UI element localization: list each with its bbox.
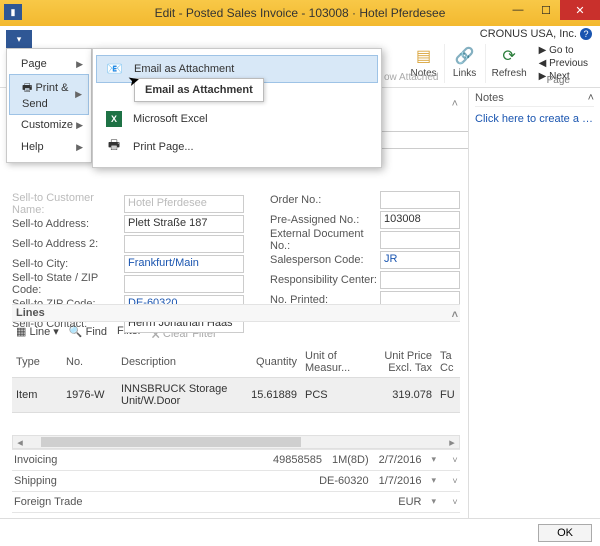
horizontal-scrollbar[interactable]: ◂ ▸ [12, 435, 460, 449]
stub-field[interactable] [380, 131, 468, 149]
menu-help[interactable]: Help▶ [7, 136, 91, 158]
chevron-down-icon[interactable]: ˅ [450, 497, 460, 507]
chevron-up-icon[interactable]: ˄ [452, 309, 458, 321]
lines-header[interactable]: Lines˄ [12, 304, 460, 322]
label-address2: Sell-to Address 2: [12, 238, 124, 250]
menu-print-send[interactable]: 🖶 Print & Send▶ [9, 74, 89, 115]
label-extdoc: External Document No.: [270, 228, 380, 252]
goto-action[interactable]: ▶ Go to [539, 44, 588, 57]
col-price[interactable]: Unit Price Excl. Tax [356, 347, 436, 378]
label-state-zip: Sell-to State / ZIP Code: [12, 272, 124, 296]
help-icon[interactable]: ? [580, 28, 592, 40]
ok-button[interactable]: OK [538, 524, 592, 542]
field-customer-name[interactable]: Hotel Pferdesee [124, 195, 244, 213]
tooltip-email-attachment: Email as Attachment [134, 78, 264, 102]
previous-action[interactable]: ◀ Previous [539, 57, 588, 70]
label-address: Sell-to Address: [12, 218, 124, 230]
field-city[interactable]: Frankfurt/Main [124, 255, 244, 273]
chevron-up-icon[interactable]: ˄ [588, 92, 594, 104]
col-qty[interactable]: Quantity [246, 347, 301, 378]
chevron-up-icon[interactable]: ˄ [452, 98, 458, 110]
app-menu-button[interactable]: ▾ [6, 30, 32, 48]
field-salesperson[interactable]: JR [380, 251, 460, 269]
scroll-thumb[interactable] [41, 437, 301, 447]
submenu-print-page[interactable]: 🖶 Print Page... [93, 133, 381, 161]
printer-icon: 🖶 [105, 139, 123, 155]
excel-icon: X [105, 111, 123, 127]
chevron-down-icon: ▾ [431, 454, 436, 466]
field-preassigned[interactable]: 103008 [380, 211, 460, 229]
notes-header: Notes [475, 92, 504, 104]
app-menu: Page▶ 🖶 Print & Send▶ Customize▶ Help▶ [6, 48, 92, 163]
label-customer-name: Sell-to Customer Name: [12, 192, 124, 216]
col-type[interactable]: Type [12, 347, 62, 378]
lines-table: Type No. Description Quantity Unit of Me… [12, 347, 460, 413]
fasttab-foreign-trade[interactable]: Foreign Trade EUR▾ ˅ [12, 491, 460, 512]
app-icon: ▮ [4, 4, 22, 20]
field-order-no[interactable] [380, 191, 460, 209]
footer: OK [0, 518, 600, 546]
scroll-left-icon[interactable]: ◂ [13, 436, 27, 449]
col-uom[interactable]: Unit of Measur... [301, 347, 356, 378]
email-icon: 📧 [106, 61, 124, 77]
scroll-right-icon[interactable]: ▸ [445, 436, 459, 449]
field-state-zip[interactable] [124, 275, 244, 293]
table-row[interactable]: Item 1976-W INNSBRUCK Storage Unit/W.Doo… [12, 378, 460, 413]
submenu-excel[interactable]: X Microsoft Excel [93, 105, 381, 133]
label-respcenter: Responsibility Center: [270, 274, 380, 286]
chevron-down-icon[interactable]: ˅ [450, 476, 460, 486]
print-send-submenu: 📧 Email as Attachment X Microsoft Excel … [92, 48, 382, 168]
links-icon: 🔗 [451, 44, 479, 68]
titlebar: ▮ Edit - Posted Sales Invoice - 103008 ·… [0, 0, 600, 26]
field-address2[interactable] [124, 235, 244, 253]
refresh-action[interactable]: ⟳ Refresh [485, 44, 533, 83]
col-no[interactable]: No. [62, 347, 117, 378]
close-button[interactable]: ✕ [560, 0, 600, 20]
label-city: Sell-to City: [12, 258, 124, 270]
menu-customize[interactable]: Customize▶ [7, 114, 91, 136]
page-group-caption: Page [547, 75, 570, 86]
field-respcenter[interactable] [380, 271, 460, 289]
col-tax[interactable]: Ta Cc [436, 347, 460, 378]
fasttab-invoicing[interactable]: Invoicing 498585851M(8D)2/7/2016▾ ˅ [12, 449, 460, 470]
window-title: Edit - Posted Sales Invoice - 103008 · H… [155, 6, 446, 20]
window-buttons: — ☐ ✕ [504, 0, 600, 20]
chevron-down-icon: ▾ [431, 496, 436, 508]
menu-page[interactable]: Page▶ [7, 53, 91, 75]
field-address[interactable]: Plett Straße 187 [124, 215, 244, 233]
notes-factbox: Notes ˄ Click here to create a new n... [468, 88, 600, 518]
links-action[interactable]: 🔗 Links [444, 44, 485, 83]
label-preassigned: Pre-Assigned No.: [270, 214, 380, 226]
maximize-button[interactable]: ☐ [532, 0, 560, 20]
show-attached-caption: ow Attached [384, 72, 438, 83]
chevron-down-icon: ▾ [431, 475, 436, 487]
chevron-down-icon[interactable]: ˅ [450, 455, 460, 465]
col-desc[interactable]: Description [117, 347, 246, 378]
notes-create-link[interactable]: Click here to create a new n... [475, 113, 594, 125]
company-name[interactable]: CRONUS USA, Inc. ? [480, 28, 592, 40]
minimize-button[interactable]: — [504, 0, 532, 20]
table-header: Type No. Description Quantity Unit of Me… [12, 347, 460, 378]
label-order-no: Order No.: [270, 194, 380, 206]
field-extdoc[interactable] [380, 231, 460, 249]
refresh-icon: ⟳ [495, 44, 523, 68]
notes-icon: ▤ [410, 44, 438, 68]
fasttab-shipping[interactable]: Shipping DE-603201/7/2016▾ ˅ [12, 470, 460, 491]
label-salesperson: Salesperson Code: [270, 254, 380, 266]
